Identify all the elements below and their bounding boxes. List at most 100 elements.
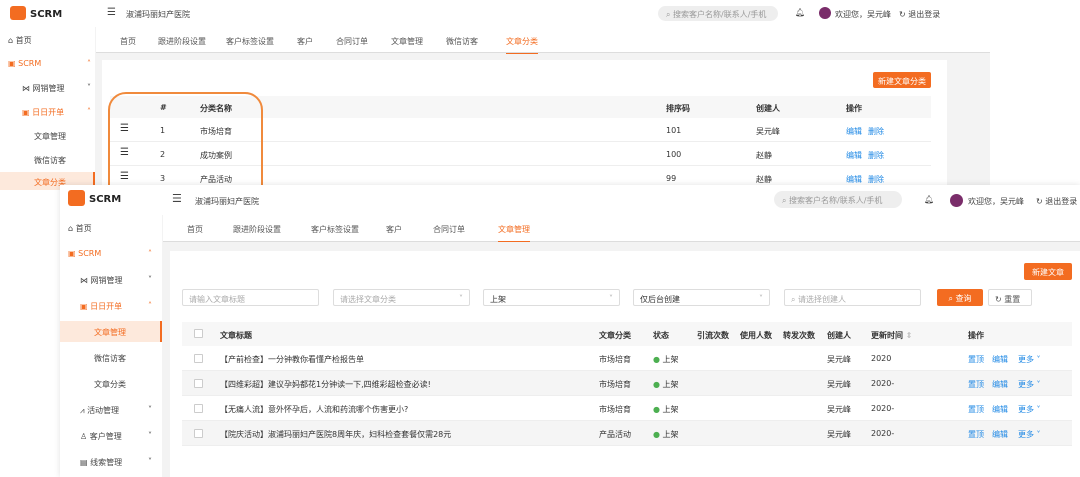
- title-input[interactable]: 请输入文章标题: [182, 289, 319, 306]
- tab-customer[interactable]: 客户: [297, 36, 313, 47]
- row-checkbox[interactable]: [194, 429, 203, 438]
- more-dropdown[interactable]: 更多 ˅: [1018, 404, 1041, 415]
- tab-followup[interactable]: 跟进阶段设置: [233, 224, 281, 235]
- select-all-checkbox[interactable]: [194, 329, 203, 338]
- cell-title[interactable]: 【院庆活动】淑浦玛丽妇产医院8周年庆，妇科检查套餐仅需28元: [220, 429, 451, 440]
- cell-title[interactable]: 【四维彩超】建议孕妈都花1分钟读一下,四维彩超检查必读!: [220, 379, 431, 390]
- label: 线索管理: [90, 458, 123, 467]
- cell-title[interactable]: 【无痛人流】意外怀孕后，人流和药流哪个伤害更小?: [220, 404, 408, 415]
- col-sort: 排序码: [666, 104, 690, 113]
- search-input[interactable]: ⌕ 搜索客户名称/联系人/手机: [658, 6, 778, 21]
- edit-link[interactable]: 编辑: [992, 404, 1008, 415]
- more-dropdown[interactable]: 更多 ˅: [1018, 429, 1041, 440]
- sidebar-item-article[interactable]: 文章管理: [34, 131, 66, 142]
- cell-status: ● 上架: [653, 404, 679, 415]
- edit-link[interactable]: 编辑: [846, 150, 862, 161]
- cell-creator: 吴元峰: [756, 127, 780, 136]
- tab-articles[interactable]: 文章管理: [498, 224, 530, 242]
- bell-icon[interactable]: 🔔︎: [795, 8, 805, 17]
- source-select[interactable]: 仅后台创建 ˅: [633, 289, 770, 306]
- category-select[interactable]: 请选择文章分类 ˅: [333, 289, 470, 306]
- sidebar-item-category[interactable]: 文章分类: [94, 379, 126, 390]
- avatar[interactable]: [950, 194, 963, 207]
- query-button[interactable]: ⌕ 查询: [937, 289, 983, 306]
- label: 客户管理: [89, 432, 122, 441]
- tab-category[interactable]: 文章分类: [506, 36, 538, 54]
- more-dropdown[interactable]: 更多 ˅: [1018, 354, 1041, 365]
- sidebar-item-scrm[interactable]: ▣ SCRM ˄: [8, 59, 93, 68]
- edit-link[interactable]: 编辑: [992, 429, 1008, 440]
- edit-link[interactable]: 编辑: [846, 174, 862, 185]
- cell-sort: 99: [666, 174, 677, 183]
- sidebar-item-leads[interactable]: ▤ 线索管理 ˅: [80, 457, 160, 468]
- chevron-up-icon: ˄: [87, 107, 91, 116]
- tab-home[interactable]: 首页: [120, 36, 136, 47]
- tab-followup[interactable]: 跟进阶段设置: [158, 36, 206, 47]
- sidebar-item-customer[interactable]: ♙ 客户管理 ˅: [80, 431, 160, 442]
- logout-button[interactable]: ↻ 退出登录: [899, 9, 940, 20]
- sidebar-item-article[interactable]: 文章管理: [60, 321, 162, 342]
- cell-creator: 赵静: [756, 151, 772, 160]
- row-checkbox[interactable]: [194, 379, 203, 388]
- app-name: SCRM: [30, 9, 63, 20]
- pin-link[interactable]: 置顶: [968, 379, 984, 390]
- reset-button[interactable]: ↻ 重置: [988, 289, 1032, 306]
- new-article-button[interactable]: 新建文章: [1024, 263, 1072, 280]
- col-creator: 创建人: [756, 104, 780, 113]
- logout-button[interactable]: ↻ 退出登录: [1036, 196, 1077, 207]
- delete-link[interactable]: 删除: [868, 150, 884, 161]
- sidebar-item-riri[interactable]: ▣ 日日开单 ˄: [22, 107, 93, 118]
- sidebar-item-wechat-visitor[interactable]: 微信访客: [34, 155, 66, 166]
- logo-icon: [68, 190, 85, 206]
- edit-link[interactable]: 编辑: [992, 379, 1008, 390]
- tab-wechat[interactable]: 微信访客: [446, 36, 478, 47]
- bell-icon[interactable]: 🔔︎: [924, 195, 934, 204]
- row-checkbox[interactable]: [194, 404, 203, 413]
- delete-link[interactable]: 删除: [868, 174, 884, 185]
- sidebar-item-scrm[interactable]: ▣ SCRM ˄: [68, 249, 160, 258]
- delete-link[interactable]: 删除: [868, 126, 884, 137]
- more-dropdown[interactable]: 更多 ˅: [1018, 379, 1041, 390]
- pin-link[interactable]: 置顶: [968, 404, 984, 415]
- row-checkbox[interactable]: [194, 354, 203, 363]
- creator-input[interactable]: ⌕ 请选择创建人: [784, 289, 921, 306]
- tab-orders[interactable]: 合同订单: [336, 36, 368, 47]
- col-category: 文章分类: [599, 331, 631, 340]
- tab-home[interactable]: 首页: [187, 224, 203, 235]
- pin-link[interactable]: 置顶: [968, 429, 984, 440]
- chevron-down-icon: ˅: [148, 405, 152, 414]
- sidebar-item-wechat-visitor[interactable]: 微信访客: [94, 353, 126, 364]
- label: 更多: [1018, 380, 1034, 389]
- sidebar-item-activity[interactable]: ⩘ 活动管理 ˅: [80, 405, 160, 416]
- table-row: 【无痛人流】意外怀孕后，人流和药流哪个伤害更小? 市场培育 ● 上架 吴元峰 2…: [182, 396, 1072, 421]
- cell-title[interactable]: 【产前检查】一分钟教你看懂产检报告单: [220, 354, 364, 365]
- tab-tags[interactable]: 客户标签设置: [226, 36, 274, 47]
- table-row: 【四维彩超】建议孕妈都花1分钟读一下,四维彩超检查必读! 市场培育 ● 上架 吴…: [182, 371, 1072, 396]
- status-label: 上架: [662, 405, 679, 414]
- menu-toggle-icon[interactable]: ☰: [172, 192, 182, 205]
- tab-customer[interactable]: 客户: [386, 224, 402, 235]
- new-category-button[interactable]: 新建文章分类: [873, 72, 931, 88]
- tab-articles[interactable]: 文章管理: [391, 36, 423, 47]
- chevron-down-icon: ˅: [1036, 380, 1041, 389]
- sidebar-item-wangxiao[interactable]: ⋈ 网销管理 ˅: [80, 275, 160, 286]
- edit-link[interactable]: 编辑: [846, 126, 862, 137]
- col-updated[interactable]: 更新时间 ⇕: [871, 330, 913, 341]
- sidebar-item-home[interactable]: ⌂ 首页: [8, 35, 32, 46]
- avatar[interactable]: [819, 7, 831, 19]
- placeholder: 请选择创建人: [798, 295, 847, 304]
- pin-link[interactable]: 置顶: [968, 354, 984, 365]
- tab-tags[interactable]: 客户标签设置: [311, 224, 359, 235]
- menu-toggle-icon[interactable]: ☰: [107, 7, 116, 18]
- chevron-down-icon: ˅: [148, 457, 152, 466]
- search-input[interactable]: ⌕ 搜索客户名称/联系人/手机: [774, 191, 902, 208]
- tab-orders[interactable]: 合同订单: [433, 224, 465, 235]
- status-select[interactable]: 上架 ˅: [483, 289, 620, 306]
- sidebar-item-riri[interactable]: ▣ 日日开单 ˄: [80, 301, 160, 312]
- label: SCRM: [18, 59, 42, 68]
- edit-link[interactable]: 编辑: [992, 354, 1008, 365]
- sidebar-item-home[interactable]: ⌂ 首页: [68, 223, 92, 234]
- sidebar-item-wangxiao[interactable]: ⋈ 网销管理 ˅: [22, 83, 93, 94]
- value: 仅后台创建: [640, 295, 680, 304]
- chevron-down-icon: ˅: [148, 431, 152, 440]
